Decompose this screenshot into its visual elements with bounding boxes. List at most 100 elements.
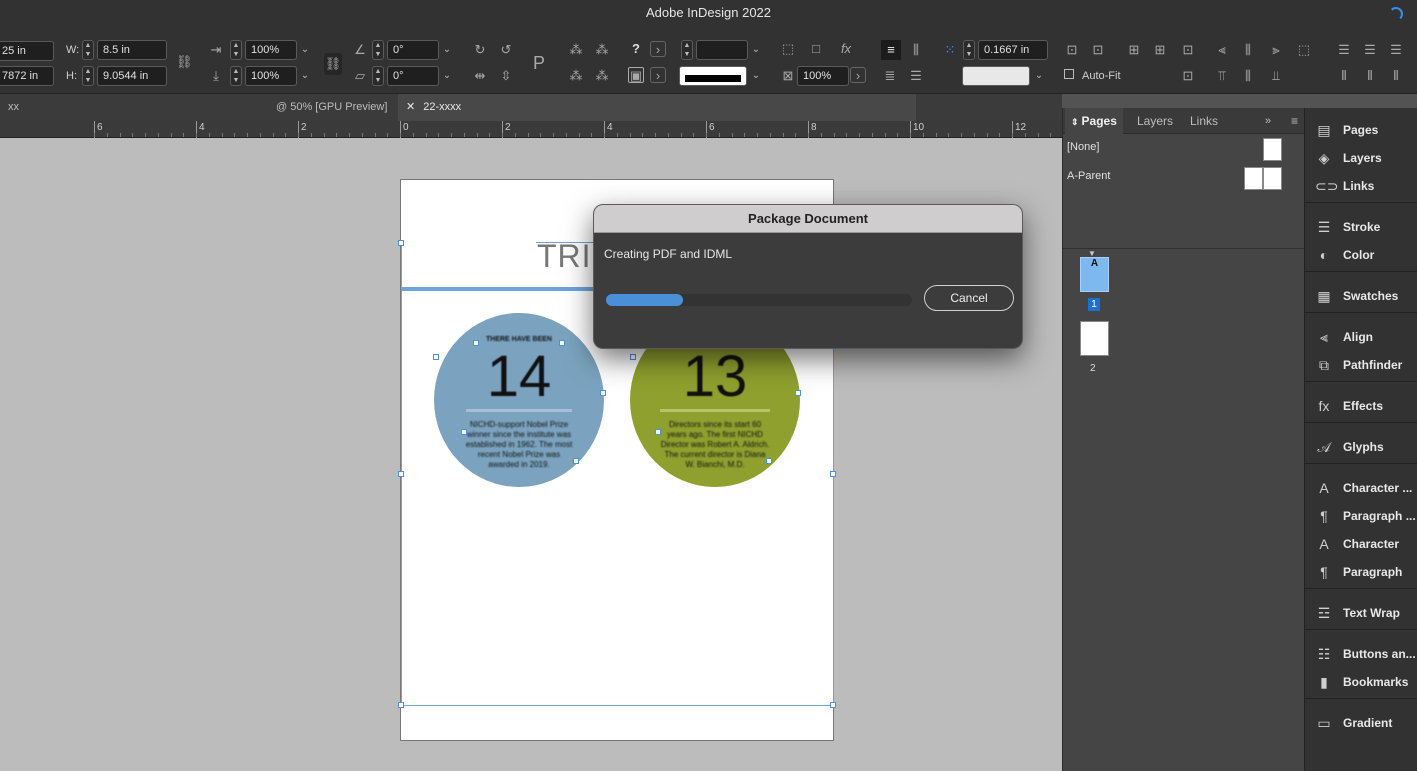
drop-shadow-icon[interactable]: ⬚ <box>780 41 796 57</box>
shear-field[interactable]: 0° <box>387 66 439 86</box>
spacing-icon[interactable]: ⁙ <box>942 42 958 58</box>
spacing-stepper[interactable]: ▲ ▼ <box>963 40 975 60</box>
rotate-cw-icon[interactable]: ↻ <box>472 42 488 58</box>
selection-handle[interactable] <box>398 702 404 708</box>
scale-y-dropdown[interactable]: ⌄ <box>298 66 312 86</box>
rotation-dropdown[interactable]: ⌄ <box>440 40 454 60</box>
selection-handle[interactable] <box>795 390 801 396</box>
selection-handle[interactable] <box>473 340 479 346</box>
tab-layers[interactable]: Layers <box>1131 108 1179 134</box>
fit-content-icon[interactable]: ⊡ <box>1090 42 1106 58</box>
selection-handle[interactable] <box>600 390 606 396</box>
flip-horizontal-icon[interactable]: ⇹ <box>472 68 488 84</box>
distribute-hcenter-icon[interactable]: ⫴ <box>1362 68 1378 84</box>
spacing-field[interactable]: 0.1667 in <box>978 40 1048 60</box>
align-right-icon[interactable]: ⫸ <box>1268 42 1284 58</box>
dock-item-paragraph[interactable]: ¶ Paragraph ... <box>1305 504 1417 528</box>
autofit-checkbox[interactable] <box>1064 69 1074 79</box>
constrain-proportions-icon[interactable]: ⛓ <box>176 54 193 70</box>
expand-right-icon[interactable]: › <box>650 41 666 57</box>
cancel-button[interactable]: Cancel <box>924 285 1014 311</box>
scale-y-stepper[interactable]: ▲ ▼ <box>230 66 242 86</box>
x-field[interactable]: 25 in <box>0 41 54 61</box>
distribute-right-icon[interactable]: ⫴ <box>1388 68 1404 84</box>
height-stepper[interactable]: ▲ ▼ <box>82 66 94 86</box>
dock-item-color[interactable]: ◐ Color <box>1305 243 1417 267</box>
dock-item-links[interactable]: ⊂⊃ Links <box>1305 174 1417 198</box>
rotation-field[interactable]: 0° <box>387 40 439 60</box>
dock-item-paragraph[interactable]: ¶ Paragraph <box>1305 560 1417 584</box>
scale-x-stepper[interactable]: ▲ ▼ <box>230 40 242 60</box>
selection-handle[interactable] <box>630 354 636 360</box>
selection-handle[interactable] <box>830 471 836 477</box>
selection-handle[interactable] <box>398 240 404 246</box>
width-field[interactable]: 8.5 in <box>97 40 167 60</box>
horizontal-ruler[interactable]: 6 4 2 0 2 4 6 8 10 12 <box>0 121 1062 138</box>
expand-right-icon[interactable]: › <box>650 67 666 83</box>
selection-handle[interactable] <box>559 340 565 346</box>
close-tab-icon[interactable]: ✕ <box>406 101 415 113</box>
dock-item-character[interactable]: A Character <box>1305 532 1417 556</box>
align-bottom-icon[interactable]: ⫫ <box>1268 68 1284 84</box>
scale-y-field[interactable]: 100% <box>245 66 297 86</box>
select-next-icon[interactable]: ⁂ <box>594 68 610 84</box>
color-swatch-field[interactable] <box>962 66 1030 86</box>
tab-preview[interactable]: @ 50% [GPU Preview] <box>268 94 395 121</box>
distribute-bottom-icon[interactable]: ☰ <box>1388 42 1404 58</box>
rotate-ccw-icon[interactable]: ↺ <box>498 42 514 58</box>
dock-item-gradient[interactable]: ▭ Gradient <box>1305 711 1417 735</box>
stroke-weight-field[interactable] <box>696 40 748 60</box>
rotation-stepper[interactable]: ▲ ▼ <box>372 40 384 60</box>
fx-icon[interactable]: fx <box>838 41 854 57</box>
dock-item-buttons-an[interactable]: ☷ Buttons an... <box>1305 642 1417 666</box>
dock-item-glyphs[interactable]: 𝒜 Glyphs <box>1305 435 1417 459</box>
wrap-icon[interactable]: ☰ <box>908 68 924 84</box>
height-field[interactable]: 9.0544 in <box>97 66 167 86</box>
tab-pages[interactable]: ⇕ Pages <box>1065 108 1123 134</box>
stroke-type-field[interactable] <box>679 66 747 86</box>
align-top-icon[interactable]: ⫪ <box>1214 68 1230 84</box>
page-1-thumbnail[interactable]: A <box>1080 257 1109 292</box>
shear-dropdown[interactable]: ⌄ <box>440 66 454 86</box>
dock-item-stroke[interactable]: ☰ Stroke <box>1305 215 1417 239</box>
align-middle-icon[interactable]: ⫼ <box>1240 68 1256 84</box>
paragraph-select-icon[interactable]: P <box>528 52 550 74</box>
dock-item-align[interactable]: ⫷ Align <box>1305 325 1417 349</box>
dock-item-pathfinder[interactable]: ⧉ Pathfinder <box>1305 353 1417 377</box>
y-field[interactable]: 7872 in <box>0 66 54 86</box>
dock-item-swatches[interactable]: ▦ Swatches <box>1305 284 1417 308</box>
align-to-icon[interactable]: ⬚ <box>1296 42 1312 58</box>
a-parent-thumbnail-right[interactable] <box>1263 167 1282 190</box>
dock-item-effects[interactable]: fx Effects <box>1305 394 1417 418</box>
scale-x-field[interactable]: 100% <box>245 40 297 60</box>
align-text-center-icon[interactable]: ≡ <box>881 40 901 60</box>
flip-vertical-icon[interactable]: ⇳ <box>498 68 514 84</box>
stroke-weight-stepper[interactable]: ▲ ▼ <box>681 40 693 60</box>
wrap-around-icon[interactable]: ≣ <box>882 68 898 84</box>
tab-links[interactable]: Links <box>1184 108 1224 134</box>
opacity-field[interactable]: 100% <box>797 66 849 86</box>
panel-menu-icon[interactable]: ≡ <box>1285 108 1304 134</box>
dock-item-layers[interactable]: ◈ Layers <box>1305 146 1417 170</box>
none-parent-label[interactable]: [None] <box>1067 141 1099 153</box>
distribute-left-icon[interactable]: ⫴ <box>1336 68 1352 84</box>
expand-right-icon[interactable]: › <box>850 67 866 83</box>
tab-active-document[interactable]: ✕ 22-xxxx <box>398 94 916 121</box>
shear-stepper[interactable]: ▲ ▼ <box>372 66 384 86</box>
page-2-thumbnail[interactable] <box>1080 321 1109 356</box>
select-previous-icon[interactable]: ⁂ <box>568 68 584 84</box>
center-content-icon[interactable]: ⊡ <box>1180 42 1196 58</box>
frame-icon[interactable]: □ <box>808 41 824 57</box>
color-swatch-dropdown[interactable]: ⌄ <box>1032 66 1046 86</box>
selection-handle[interactable] <box>655 429 661 435</box>
selection-handle[interactable] <box>433 354 439 360</box>
fill-frame-icon[interactable]: ⊞ <box>1126 42 1142 58</box>
select-container-icon[interactable]: ⁂ <box>568 42 584 58</box>
tab-left-stub[interactable]: xx <box>0 94 27 121</box>
selection-handle[interactable] <box>398 471 404 477</box>
dock-item-character[interactable]: A Character ... <box>1305 476 1417 500</box>
fit-proportional-icon[interactable]: ⊞ <box>1152 42 1168 58</box>
distribute-center-icon[interactable]: ☰ <box>1362 42 1378 58</box>
selection-handle[interactable] <box>461 429 467 435</box>
help-icon[interactable]: ? <box>628 41 644 57</box>
